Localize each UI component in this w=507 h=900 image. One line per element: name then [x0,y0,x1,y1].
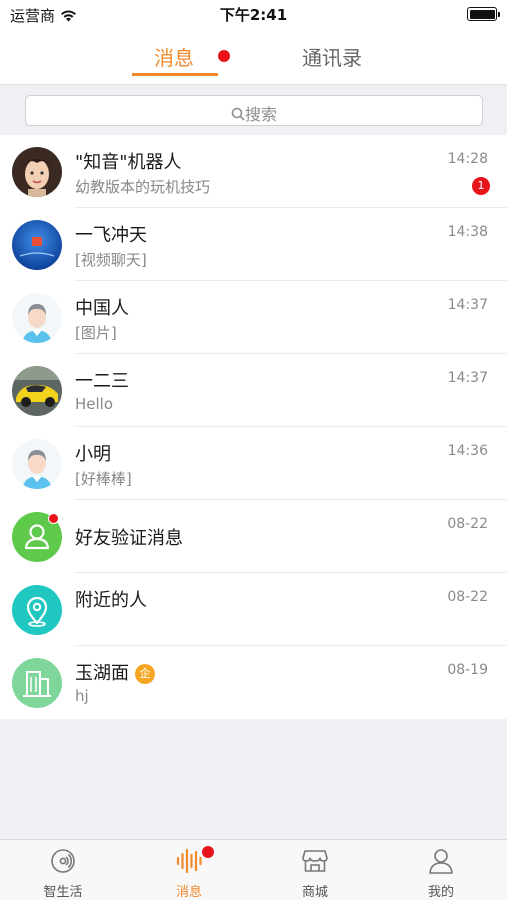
search-input[interactable]: 搜索 [25,95,483,126]
contact-name: 玉湖面 [75,663,129,684]
woman-avatar-icon [12,147,62,197]
person-icon [427,847,455,875]
contact-name: 中国人 [75,298,129,319]
unread-badge: 1 [472,177,490,195]
messages-unread-dot [218,50,230,62]
blue-globe-avatar-icon [12,220,62,270]
conversation-row[interactable]: 中国人 [图片] 14:37 [0,281,507,354]
tab-label: 消息 [175,885,202,900]
conversation-row[interactable]: 好友验证消息 08-22 [0,500,507,573]
conversation-row[interactable]: 附近的人 08-22 [0,573,507,646]
message-time: 14:37 [447,370,488,386]
message-preview: [视频聊天] [75,251,147,269]
message-time: 08-22 [447,589,488,605]
notification-dot [48,513,59,524]
contact-name: 一二三 [75,371,129,392]
status-bar: 运营商 下午2:41 [0,0,507,28]
tab-smart-life[interactable]: 智生活 [0,840,126,900]
nearby-location-icon [12,585,62,635]
message-time: 14:38 [447,224,488,240]
conversation-row[interactable]: 玉湖面企 hj 08-19 [0,646,507,719]
battery-icon [467,7,500,21]
tab-messages-bottom[interactable]: 消息 [126,840,252,900]
contact-name: 好友验证消息 [75,528,183,549]
default-person-avatar-icon [12,293,62,343]
default-person-avatar-icon [12,439,62,489]
tab-contacts[interactable]: 通讯录 [302,42,362,71]
tab-label: 商城 [301,885,328,900]
message-time: 14:37 [447,297,488,313]
message-time: 08-19 [447,662,488,678]
message-preview: 幼教版本的玩机技巧 [75,178,211,196]
contact-name: 一飞冲天 [75,225,147,246]
smart-life-icon [49,847,77,875]
message-time: 14:36 [447,443,488,459]
conversation-row[interactable]: 一飞冲天 [视频聊天] 14:38 [0,208,507,281]
message-preview: Hello [75,395,114,413]
messages-unread-dot [202,846,214,858]
contact-name: 附近的人 [75,590,147,611]
conversation-list: "知音"机器人 幼教版本的玩机技巧 14:28 1 一飞冲天 [视频聊天] 14… [0,135,507,719]
message-time: 14:28 [447,151,488,167]
conversation-row[interactable]: 一二三 Hello 14:37 [0,354,507,427]
tab-label: 我的 [427,885,454,900]
sound-wave-icon [175,847,203,875]
yellow-car-avatar-icon [12,366,62,416]
contact-name-row: 玉湖面企 [75,659,155,685]
shop-icon [301,847,329,875]
active-tab-indicator [132,73,218,76]
conversation-row[interactable]: "知音"机器人 幼教版本的玩机技巧 14:28 1 [0,135,507,208]
bottom-tab-bar: 智生活 消息 商城 我的 [0,839,507,900]
contact-name: 小明 [75,444,111,465]
clock: 下午2:41 [219,6,288,24]
tab-messages[interactable]: 消息 [154,42,194,71]
conversation-row[interactable]: 小明 [好棒棒] 14:36 [0,427,507,500]
building-icon [12,658,62,708]
message-preview: hj [75,687,89,705]
message-time: 08-22 [447,516,488,532]
message-preview: [图片] [75,324,117,342]
top-tabs: 消息 通讯录 [0,28,507,85]
search-placeholder: 搜索 [244,105,277,124]
message-preview: [好棒棒] [75,470,132,488]
search-icon [231,106,245,125]
tab-me[interactable]: 我的 [378,840,504,900]
tab-shop[interactable]: 商城 [252,840,378,900]
contact-name: "知音"机器人 [75,152,182,173]
enterprise-badge: 企 [135,664,155,684]
tab-label: 智生活 [43,885,83,900]
search-bar: 搜索 [0,86,507,134]
